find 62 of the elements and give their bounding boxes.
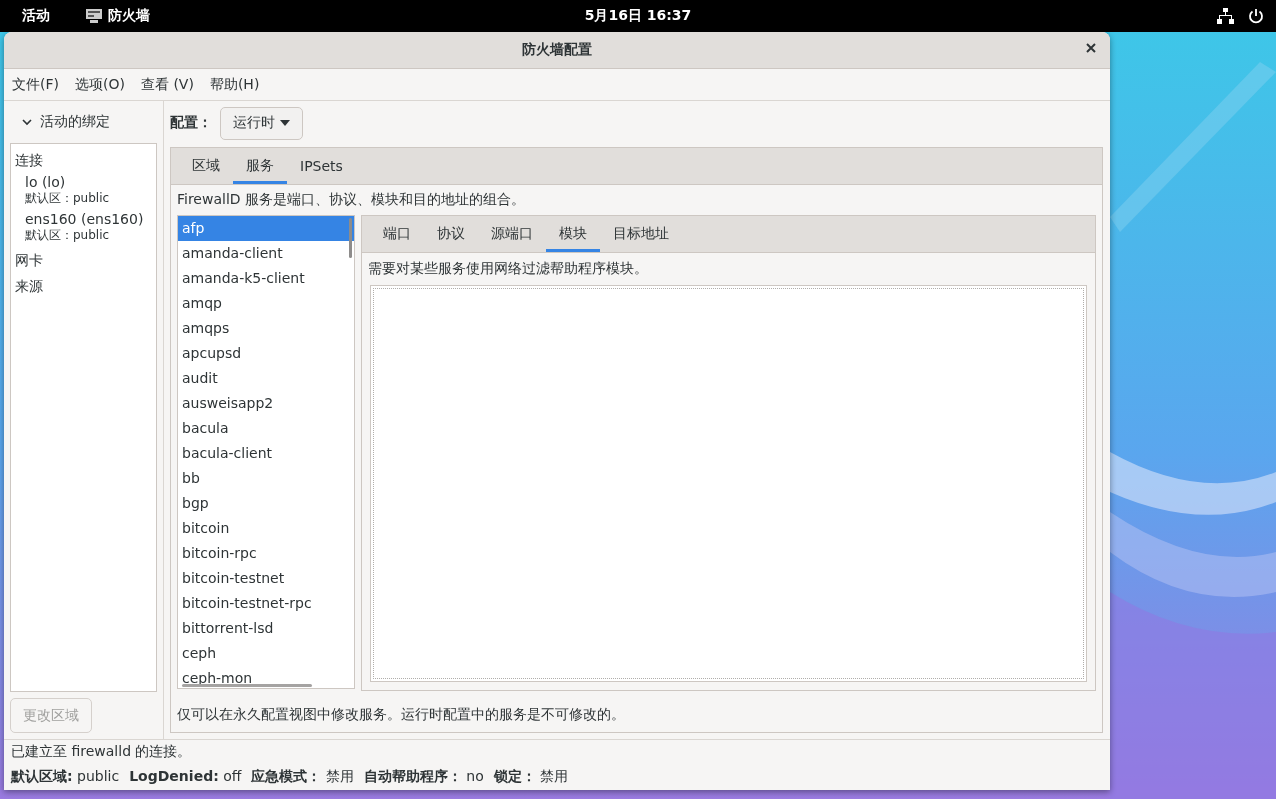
chevron-down-icon[interactable]: [22, 118, 32, 126]
service-item[interactable]: bgp: [178, 491, 354, 516]
service-item[interactable]: afp: [178, 216, 354, 241]
menu-item[interactable]: 文件(F): [12, 75, 67, 94]
service-item[interactable]: bb: [178, 466, 354, 491]
menu-item[interactable]: 选项(O): [75, 75, 133, 94]
power-icon[interactable]: [1248, 8, 1264, 24]
tab[interactable]: 端口: [370, 216, 424, 252]
binding-group[interactable]: 来源: [15, 274, 152, 300]
zone-label: 默认区：public: [25, 227, 111, 244]
status-item: 默认区域: public: [11, 768, 120, 786]
status-item: 锁定： 禁用: [493, 768, 569, 786]
tab[interactable]: 源端口: [478, 216, 546, 252]
service-item[interactable]: amqps: [178, 316, 354, 341]
interface-name[interactable]: lo (lo): [25, 174, 152, 190]
service-item[interactable]: bacula: [178, 416, 354, 441]
service-item[interactable]: amanda-k5-client: [178, 266, 354, 291]
note-text: 仅可以在永久配置视图中修改服务。运行时配置中的服务是不可修改的。: [176, 705, 626, 724]
scrollbar[interactable]: [182, 684, 312, 687]
clock[interactable]: 5月16日 16:37: [584, 7, 692, 25]
config-dropdown[interactable]: 运行时: [220, 106, 303, 140]
service-item[interactable]: apcupsd: [178, 341, 354, 366]
tab[interactable]: 模块: [546, 216, 600, 252]
status-item: 自动帮助程序： no: [363, 768, 484, 786]
service-item[interactable]: bitcoin-testnet: [178, 566, 354, 591]
status-message: 已建立至 firewalld 的连接。: [11, 743, 193, 761]
tab[interactable]: 协议: [424, 216, 478, 252]
module-description: 需要对某些服务使用网络过滤帮助程序模块。: [367, 259, 649, 278]
tab[interactable]: IPSets: [287, 148, 356, 184]
scrollbar[interactable]: [349, 218, 352, 258]
window-title: 防火墙配置: [522, 41, 592, 59]
app-menu[interactable]: 防火墙: [108, 7, 150, 25]
config-label: 配置：: [170, 114, 212, 132]
caret-icon: [280, 120, 290, 126]
zone-label: 默认区：public: [25, 190, 111, 207]
menu-item[interactable]: 帮助(H): [209, 75, 268, 94]
firewall-icon: [86, 9, 102, 23]
service-item[interactable]: bitcoin-testnet-rpc: [178, 591, 354, 616]
service-item[interactable]: amqp: [178, 291, 354, 316]
service-item[interactable]: bittorrent-lsd: [178, 616, 354, 641]
status-item: LogDenied: off: [129, 768, 242, 786]
service-item[interactable]: ausweisapp2: [178, 391, 354, 416]
network-icon[interactable]: [1217, 8, 1234, 24]
service-item[interactable]: bitcoin-rpc: [178, 541, 354, 566]
service-item[interactable]: amanda-client: [178, 241, 354, 266]
binding-group[interactable]: 网卡: [15, 248, 152, 274]
interface-name[interactable]: ens160 (ens160): [25, 211, 152, 227]
status-item: 应急模式： 禁用: [251, 768, 354, 786]
binding-group[interactable]: 连接: [15, 148, 152, 174]
service-item[interactable]: bitcoin: [178, 516, 354, 541]
section-header[interactable]: 活动的绑定: [40, 113, 110, 131]
service-item[interactable]: ceph: [178, 641, 354, 666]
description-text: FirewallD 服务是端口、协议、模块和目的地址的组合。: [176, 190, 527, 209]
tab[interactable]: 区域: [179, 148, 233, 184]
service-item[interactable]: ceph-mon: [178, 666, 354, 688]
tab[interactable]: 服务: [233, 148, 287, 184]
close-icon[interactable]: [1086, 43, 1096, 53]
activities-button[interactable]: 活动: [22, 7, 50, 25]
service-item[interactable]: audit: [178, 366, 354, 391]
service-item[interactable]: bacula-client: [178, 441, 354, 466]
menu-item[interactable]: 查看 (V): [140, 75, 202, 94]
tab[interactable]: 目标地址: [600, 216, 682, 252]
